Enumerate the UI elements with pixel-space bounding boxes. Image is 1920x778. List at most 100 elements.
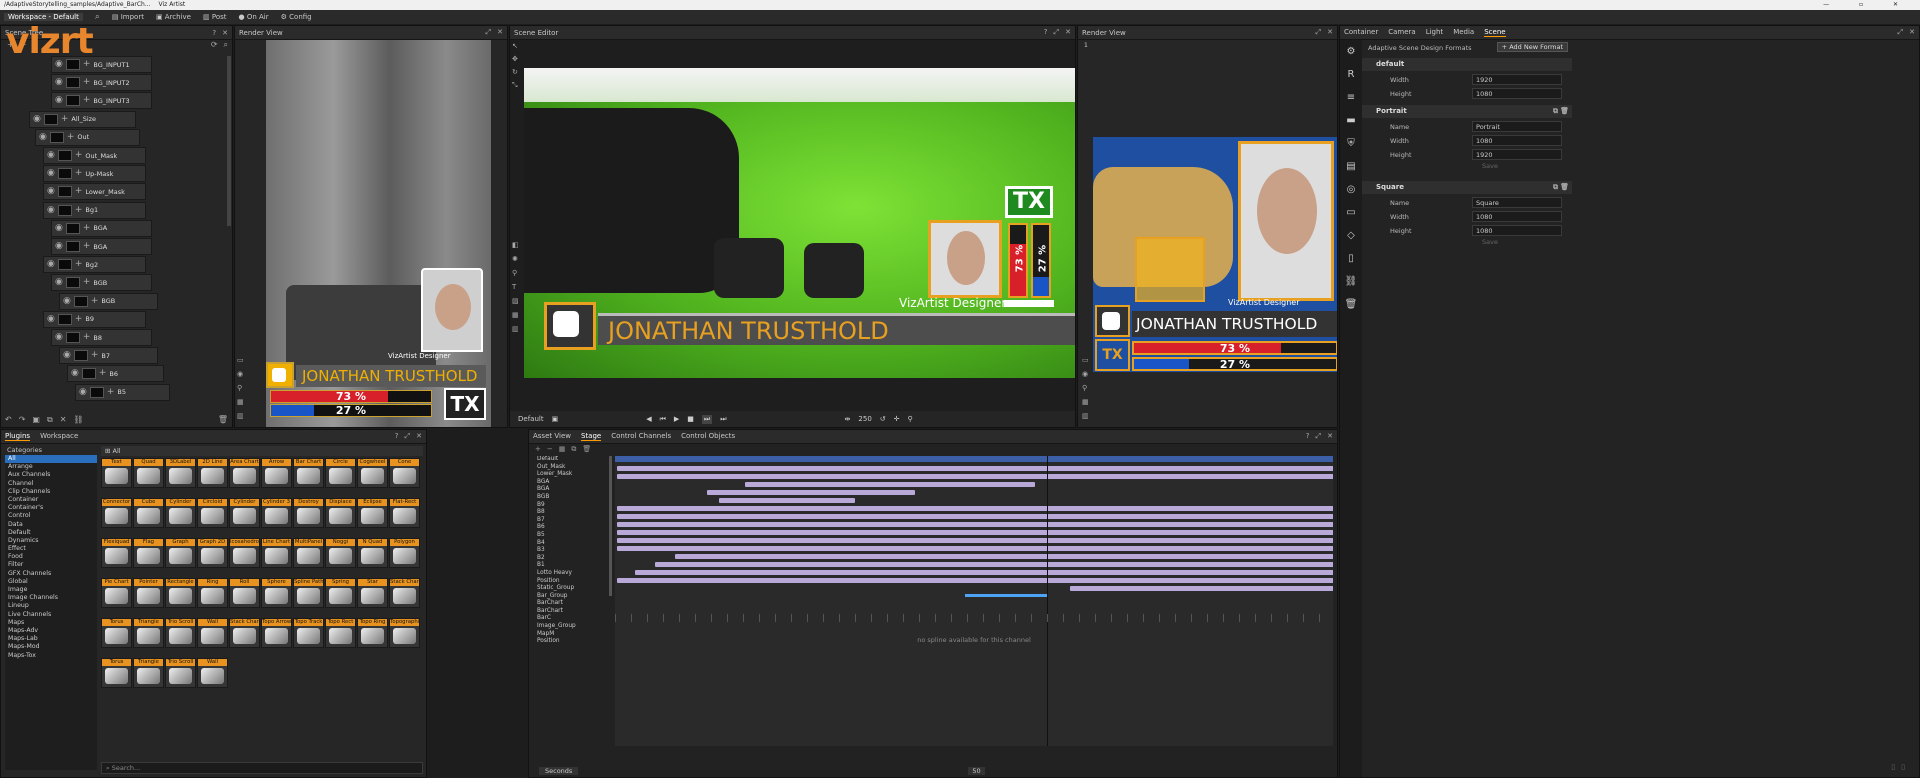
trash-icon[interactable]: 🗑 bbox=[1560, 105, 1569, 118]
add-format-button[interactable]: + Add New Format bbox=[1496, 42, 1568, 52]
pin-icon[interactable]: ⚲ bbox=[237, 384, 247, 392]
gear-icon[interactable]: ⚙ bbox=[1347, 46, 1356, 57]
eye-icon[interactable]: ◉ bbox=[47, 151, 55, 160]
plus-icon[interactable]: + bbox=[75, 205, 83, 215]
monitor-icon[interactable]: ▭ bbox=[237, 356, 247, 364]
stage-tree-item[interactable]: B5 bbox=[537, 532, 597, 540]
expand-icon[interactable]: ⤢ bbox=[1316, 28, 1322, 37]
timeline-bar[interactable] bbox=[1070, 586, 1333, 591]
tab-workspace[interactable]: Workspace bbox=[40, 432, 78, 441]
camera-icon[interactable]: ◧ bbox=[512, 241, 522, 249]
plugin-item[interactable]: Destroy bbox=[293, 498, 324, 528]
eye-icon[interactable]: ◉ bbox=[39, 132, 47, 142]
plus-icon[interactable]: + bbox=[107, 387, 115, 397]
format-section-header[interactable]: Portrait ⧉ 🗑 bbox=[1362, 105, 1572, 118]
field-input[interactable]: 1080 bbox=[1472, 211, 1562, 222]
timeline-bar[interactable] bbox=[707, 490, 915, 495]
scene-editor-canvas[interactable]: TX 73 % 27 % VizArtist Designer JONATHAN… bbox=[524, 68, 1075, 378]
stage-tree-item[interactable]: BGA bbox=[537, 486, 597, 494]
stage-tree-item[interactable]: MapM bbox=[537, 631, 597, 639]
field-input[interactable]: 1080 bbox=[1472, 135, 1562, 146]
light-icon[interactable]: ✺ bbox=[512, 255, 522, 263]
document-icon[interactable]: ▯ bbox=[1348, 253, 1354, 264]
eye-icon[interactable]: ◉ bbox=[55, 242, 63, 251]
plugin-item[interactable]: Circloid bbox=[197, 498, 228, 528]
stage-tree-scrollbar[interactable] bbox=[609, 456, 612, 596]
trash-icon[interactable]: 🗑 bbox=[1345, 299, 1358, 310]
zoom-value[interactable]: 250 bbox=[858, 415, 871, 423]
plus-icon[interactable]: + bbox=[91, 351, 99, 360]
eye-icon[interactable]: ◉ bbox=[47, 260, 55, 269]
plugin-item[interactable]: Noggi bbox=[325, 538, 356, 568]
plugin-item[interactable]: Spline Path bbox=[293, 578, 324, 608]
plus-icon[interactable]: + bbox=[75, 314, 83, 324]
field-input[interactable]: Portrait bbox=[1472, 121, 1562, 132]
prev-icon[interactable]: ◀ bbox=[646, 415, 651, 423]
plus-icon[interactable]: + bbox=[75, 187, 83, 196]
category-item[interactable]: Dynamics bbox=[5, 537, 97, 545]
plugin-item[interactable]: Line Chart bbox=[261, 538, 292, 568]
plugin-item[interactable]: Area Chart bbox=[229, 458, 260, 488]
category-item[interactable]: Maps-Adv bbox=[5, 627, 97, 635]
render-right-canvas[interactable]: VizArtist Designer JONATHAN TRUSTHOLD TX… bbox=[1093, 137, 1337, 372]
help-icon[interactable]: ? bbox=[212, 29, 216, 37]
timeline-bar[interactable] bbox=[617, 522, 1333, 527]
snapshot-icon[interactable]: ▣ bbox=[552, 415, 559, 423]
stage-tree-item[interactable]: Position bbox=[537, 578, 597, 586]
close-icon[interactable]: ✕ bbox=[222, 29, 228, 37]
format-section-header[interactable]: Square ⧉ 🗑 bbox=[1362, 181, 1572, 194]
plus-icon[interactable]: + bbox=[75, 169, 83, 178]
tree-node[interactable]: ◉ + Bg2 bbox=[43, 256, 146, 274]
stage-tree-item[interactable]: B3 bbox=[537, 547, 597, 555]
close-icon[interactable]: ✕ bbox=[416, 432, 422, 441]
plugin-item[interactable]: Displace bbox=[325, 498, 356, 528]
stage-tree-item[interactable]: B7 bbox=[537, 517, 597, 525]
chart-icon[interactable]: ▥ bbox=[1082, 412, 1092, 420]
diamond-icon[interactable]: ◇ bbox=[1347, 230, 1355, 241]
category-item[interactable]: Container's bbox=[5, 504, 97, 512]
plugin-item[interactable]: Bar Chart bbox=[293, 458, 324, 488]
category-item[interactable]: Aux Channels bbox=[5, 471, 97, 479]
tab-media[interactable]: Media bbox=[1453, 28, 1474, 37]
format-section-header[interactable]: default bbox=[1362, 58, 1572, 71]
all-filter[interactable]: ⊞ All bbox=[101, 446, 423, 456]
tree-node[interactable]: ◉ + All_Size bbox=[29, 110, 136, 128]
eye-icon[interactable]: ◉ bbox=[237, 370, 247, 378]
category-item[interactable]: Live Channels bbox=[5, 611, 97, 619]
expand-icon[interactable]: ⤢ bbox=[486, 28, 492, 37]
plugin-item[interactable]: Cone bbox=[389, 458, 420, 488]
eye-icon[interactable]: ◉ bbox=[79, 387, 87, 397]
plugin-item[interactable]: Connector bbox=[101, 498, 132, 528]
eye-icon[interactable]: ◉ bbox=[33, 114, 41, 124]
timeline-bar[interactable] bbox=[617, 466, 1333, 471]
plugin-item[interactable]: Arrow bbox=[261, 458, 292, 488]
stage-tree-item[interactable]: B2 bbox=[537, 555, 597, 563]
plugin-item[interactable]: Stack Chart bbox=[229, 618, 260, 648]
plugin-item[interactable]: Cylinder 3 bbox=[261, 498, 292, 528]
scrollbar[interactable] bbox=[227, 56, 231, 226]
plugin-item[interactable]: N Quad bbox=[357, 538, 388, 568]
plugin-item[interactable]: Flat-Rect bbox=[389, 498, 420, 528]
move-icon[interactable]: ✥ bbox=[512, 55, 522, 63]
save-button[interactable]: Save bbox=[1482, 238, 1498, 246]
plus-icon[interactable]: + bbox=[75, 151, 83, 160]
timeline[interactable]: no spline available for this channel bbox=[615, 456, 1333, 746]
category-item[interactable]: Channel bbox=[5, 480, 97, 488]
tree-node[interactable]: ◉ + Out_Mask bbox=[43, 147, 146, 164]
category-item[interactable]: Image Channels bbox=[5, 594, 97, 602]
plugin-item[interactable]: Cube bbox=[133, 498, 164, 528]
stage-tree-item[interactable]: B8 bbox=[537, 509, 597, 517]
eye-icon[interactable]: ◉ bbox=[55, 96, 63, 105]
eye-icon[interactable]: ◉ bbox=[55, 223, 63, 233]
tree-node[interactable]: ◉ + B5 bbox=[75, 383, 170, 401]
tab-light[interactable]: Light bbox=[1426, 28, 1443, 37]
copy-icon[interactable]: ⧉ bbox=[571, 445, 576, 455]
stage-tree-item[interactable]: B1 bbox=[537, 562, 597, 570]
eye-icon[interactable]: ◉ bbox=[47, 187, 55, 196]
stage-tree-item[interactable]: Lower_Mask bbox=[537, 471, 597, 479]
plugin-item[interactable]: Torus bbox=[101, 658, 132, 688]
grid-icon[interactable]: ▦ bbox=[559, 445, 566, 455]
link-icon[interactable]: ⛓ bbox=[73, 415, 83, 425]
timeline-bar[interactable] bbox=[655, 562, 1333, 567]
stage-tree-item[interactable]: Lotto Heavy bbox=[537, 570, 597, 578]
